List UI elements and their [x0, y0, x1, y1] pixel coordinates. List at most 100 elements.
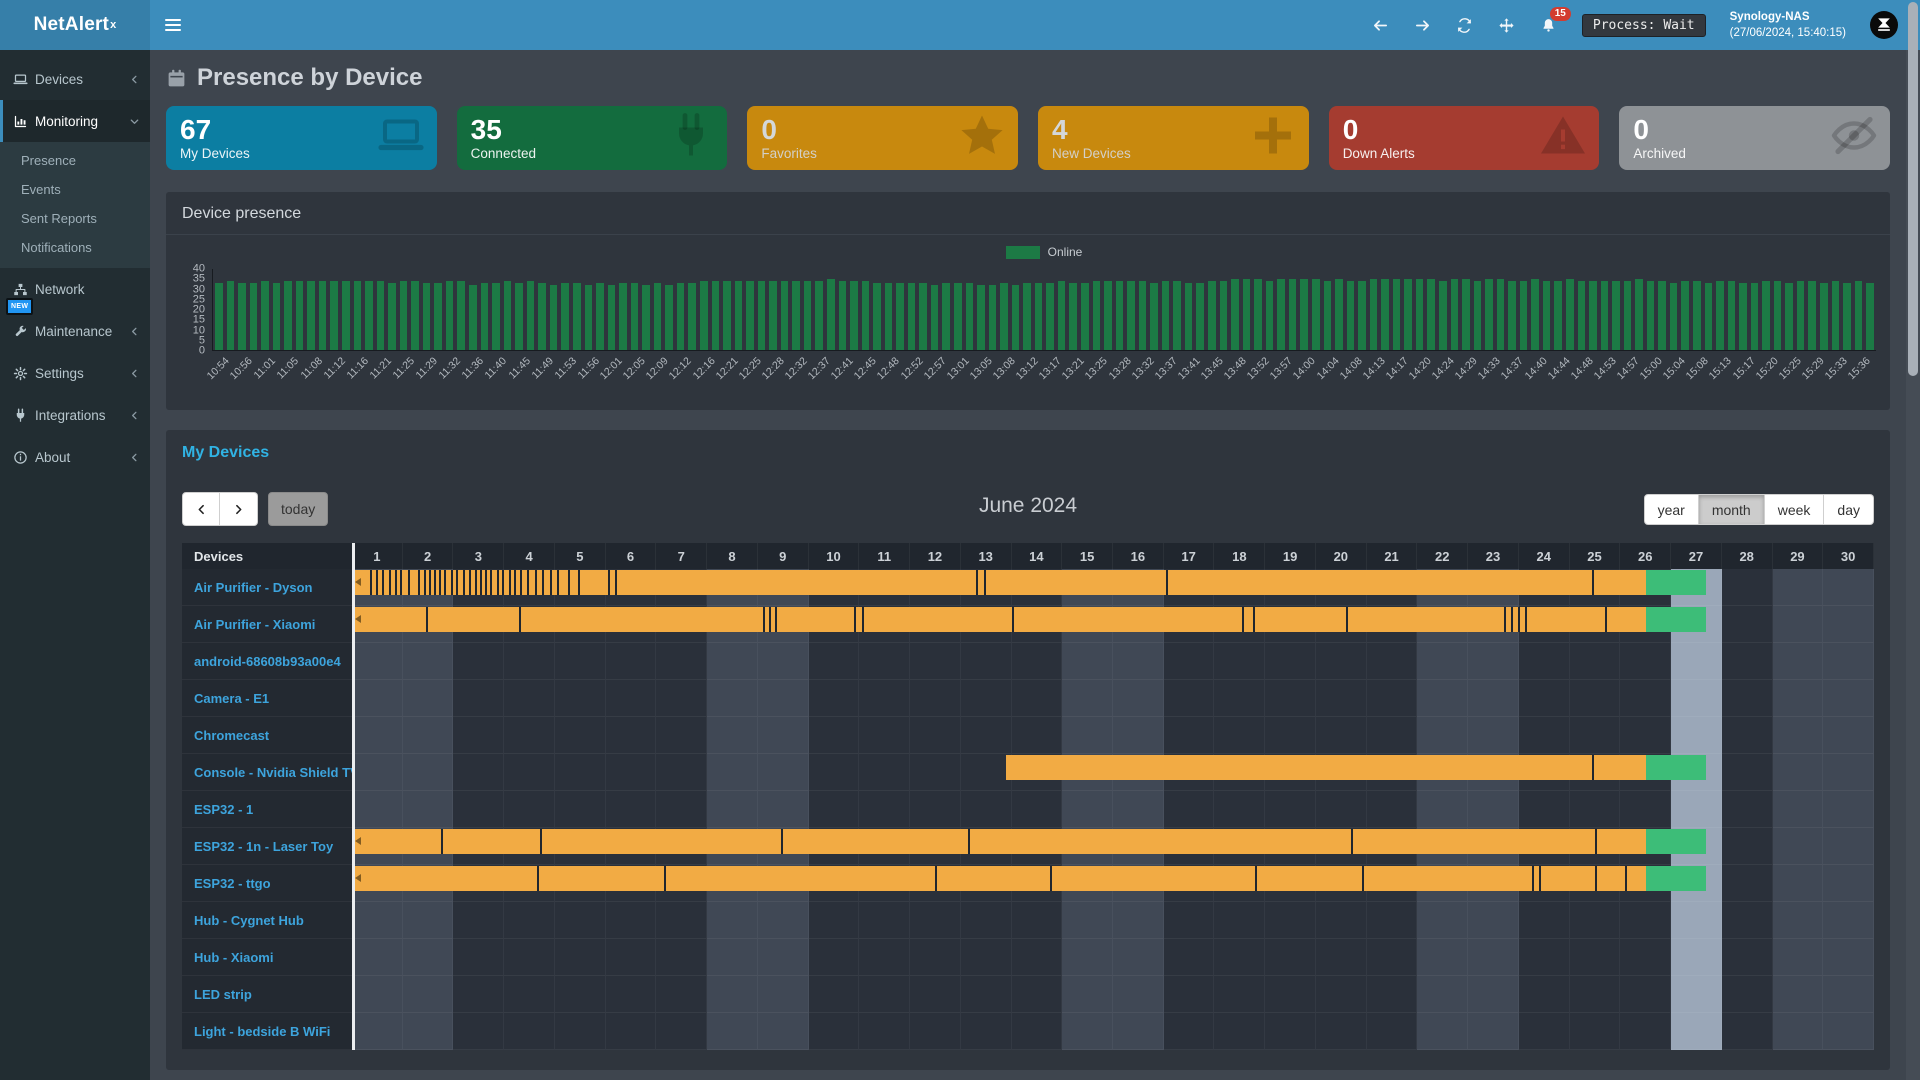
presence-bar-current[interactable] [1646, 829, 1706, 854]
presence-bar-current[interactable] [1646, 607, 1706, 632]
day-cell [1519, 791, 1570, 828]
presence-bar-current[interactable] [1646, 570, 1706, 595]
presence-bar[interactable] [352, 829, 1646, 854]
day-cell [504, 717, 555, 754]
sidebar-item-devices[interactable]: Devices [0, 58, 150, 100]
stat-card-new-devices[interactable]: 4New Devices [1038, 106, 1309, 170]
scrollbar-thumb[interactable] [1908, 2, 1918, 376]
day-header-30: 30 [1823, 543, 1874, 569]
stat-card-down-alerts[interactable]: 0Down Alerts [1329, 106, 1600, 170]
y-axis-tick: 5 [199, 335, 205, 346]
stat-card-favorites[interactable]: 0Favorites [747, 106, 1018, 170]
sidebar-subitem-presence[interactable]: Presence [0, 146, 150, 175]
x-axis-tick: 11:25 [390, 355, 417, 382]
day-cell [1265, 1013, 1316, 1050]
device-name-link[interactable]: Hub - Cygnet Hub [182, 902, 352, 939]
day-cell [961, 902, 1012, 939]
device-name-link[interactable]: ESP32 - 1n - Laser Toy [182, 828, 352, 865]
day-header-23: 23 [1468, 543, 1519, 569]
app-logo[interactable]: NetAlertx [0, 0, 150, 50]
notifications-bell-icon[interactable]: 15 [1540, 16, 1558, 34]
page-scrollbar[interactable] [1906, 0, 1920, 1080]
device-row: ESP32 - ttgo [182, 865, 1874, 902]
stat-card-archived[interactable]: 0Archived [1619, 106, 1890, 170]
view-button-month[interactable]: month [1699, 494, 1765, 525]
day-cell [910, 680, 961, 717]
device-name-link[interactable]: Air Purifier - Dyson [182, 569, 352, 606]
sidebar-subitem-notifications[interactable]: Notifications [0, 233, 150, 262]
day-cell [1823, 606, 1874, 643]
sidebar-item-about[interactable]: About [0, 436, 150, 478]
view-button-week[interactable]: week [1765, 494, 1825, 525]
day-header-18: 18 [1214, 543, 1265, 569]
day-cell [504, 1013, 555, 1050]
device-name-link[interactable]: ESP32 - ttgo [182, 865, 352, 902]
chart-bar [561, 283, 569, 350]
presence-bar[interactable] [1006, 755, 1645, 780]
day-cell [453, 1013, 504, 1050]
view-button-year[interactable]: year [1644, 494, 1699, 525]
presence-bar[interactable] [352, 607, 1646, 632]
move-icon[interactable] [1498, 16, 1516, 34]
day-cell [961, 976, 1012, 1013]
day-cell [1823, 939, 1874, 976]
refresh-icon[interactable] [1456, 16, 1474, 34]
x-axis-tick: 10:54 [205, 355, 232, 382]
stat-card-my-devices[interactable]: 67My Devices [166, 106, 437, 170]
chart-bar [1104, 281, 1112, 350]
day-cell [1265, 902, 1316, 939]
device-name-link[interactable]: Camera - E1 [182, 680, 352, 717]
presence-bar-current[interactable] [1646, 755, 1706, 780]
sidebar-item-monitoring[interactable]: Monitoring [0, 100, 150, 142]
day-cell [1773, 569, 1824, 606]
day-cell [1316, 902, 1367, 939]
day-cell [656, 1013, 707, 1050]
presence-gap [480, 570, 482, 595]
x-axis-tick: 12:28 [760, 355, 787, 382]
presence-bar[interactable] [352, 866, 1646, 891]
day-cell [656, 939, 707, 976]
chart-bar [1462, 279, 1470, 350]
chart-bar [1312, 279, 1320, 350]
presence-gap [1539, 866, 1541, 891]
device-name-link[interactable]: Console - Nvidia Shield TV [182, 754, 352, 791]
chart-bar [446, 281, 454, 350]
view-button-day[interactable]: day [1824, 494, 1874, 525]
day-header-10: 10 [809, 543, 860, 569]
x-axis-tick: 13:57 [1268, 355, 1295, 382]
device-name-link[interactable]: Light - bedside B WiFi [182, 1013, 352, 1050]
sidebar-subitem-events[interactable]: Events [0, 175, 150, 204]
sidebar-item-label: Devices [35, 72, 129, 87]
day-cell [1570, 643, 1621, 680]
device-name-link[interactable]: Air Purifier - Xiaomi [182, 606, 352, 643]
presence-bar[interactable] [352, 570, 1646, 595]
day-cell [1367, 1013, 1418, 1050]
sidebar-item-integrations[interactable]: Integrations [0, 394, 150, 436]
sidebar-item-settings[interactable]: Settings [0, 352, 150, 394]
day-cell [1823, 976, 1874, 1013]
day-header-28: 28 [1722, 543, 1773, 569]
chart-bar [1566, 279, 1574, 350]
presence-bar-current[interactable] [1646, 866, 1706, 891]
device-name-link[interactable]: Hub - Xiaomi [182, 939, 352, 976]
day-cell [1012, 791, 1063, 828]
sidebar-toggle-button[interactable] [150, 0, 196, 50]
chart-bar [815, 281, 823, 350]
day-cell [453, 717, 504, 754]
x-axis-tick: 15:17 [1730, 355, 1757, 382]
presence-gap [1255, 866, 1257, 891]
device-name-link[interactable]: LED strip [182, 976, 352, 1013]
device-name-link[interactable]: ESP32 - 1 [182, 791, 352, 828]
forward-arrow-icon[interactable] [1414, 16, 1432, 34]
x-axis-tick: 12:09 [644, 355, 671, 382]
sidebar-item-maintenance[interactable]: NEWMaintenance [0, 310, 150, 352]
sidebar-subitem-sent-reports[interactable]: Sent Reports [0, 204, 150, 233]
device-name-link[interactable]: android-68608b93a00e4 [182, 643, 352, 680]
back-arrow-icon[interactable] [1372, 16, 1390, 34]
avatar[interactable] [1870, 11, 1898, 39]
chart-bar [1554, 281, 1562, 350]
stat-card-connected[interactable]: 35Connected [457, 106, 728, 170]
chart-bar [527, 281, 535, 350]
device-name-link[interactable]: Chromecast [182, 717, 352, 754]
day-cell [1773, 754, 1824, 791]
